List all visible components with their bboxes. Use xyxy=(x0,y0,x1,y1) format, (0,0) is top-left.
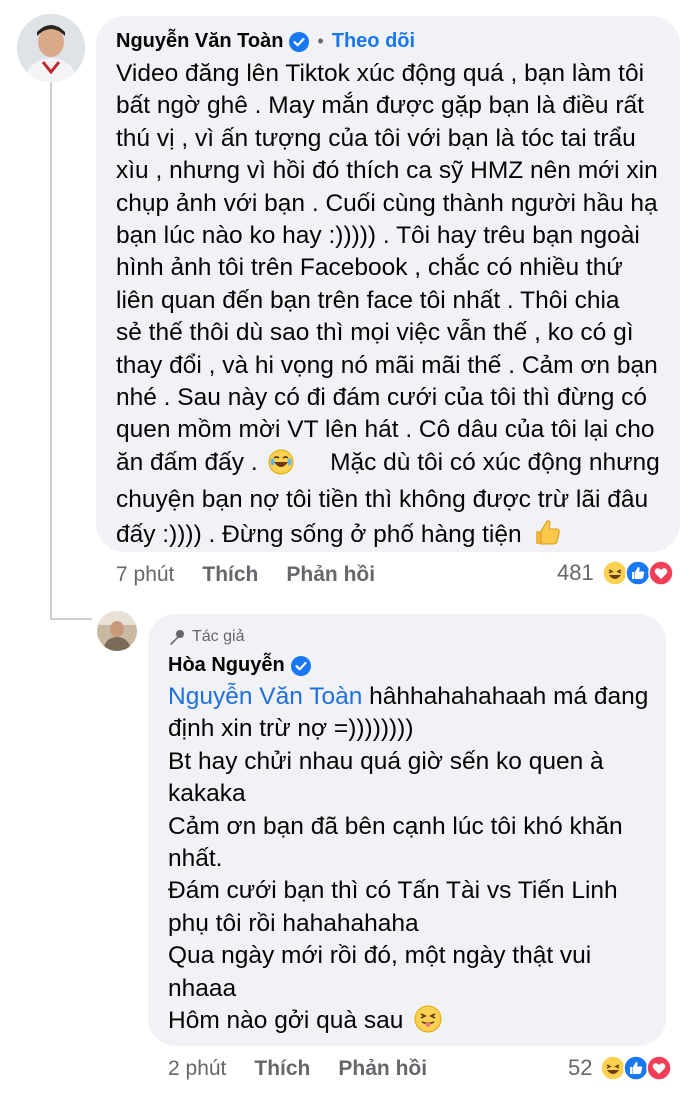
verified-badge-icon xyxy=(289,31,310,52)
reply-line: Qua ngày mới rồi đó, một ngày thật vui xyxy=(168,942,592,970)
reply-line: Đám cưới bạn thì có Tấn Tài vs Tiến Linh xyxy=(168,877,618,905)
avatar[interactable] xyxy=(17,14,85,82)
comment-line: nhé . Sau này có đi đám cưới của tôi thì… xyxy=(116,384,647,412)
comment-line-part: đấy :)))) . Đừng sống ở phố hàng tiện xyxy=(116,520,522,548)
reply-line: Cảm ơn bạn đã bên cạnh lúc tôi khó khăn xyxy=(168,812,623,840)
reply-line-part: Hôm nào gởi quà sau xyxy=(168,1007,404,1035)
separator-dot: • xyxy=(317,31,324,51)
reply-text: Nguyễn Văn Toàn hâhhahahahaah má đang đị… xyxy=(168,681,648,1042)
verified-badge-icon xyxy=(290,655,311,676)
reaction-count: 481 xyxy=(557,560,594,585)
thread-line xyxy=(50,80,52,620)
comment-line: Video đăng lên Tiktok xúc động quá , bạn… xyxy=(116,60,645,87)
comment-line-with-emoji: đấy :)))) . Đừng sống ở phố hàng tiện xyxy=(116,517,660,556)
thumbs-up-emoji-icon xyxy=(532,517,562,556)
comment-line: thú vị , vì ấn tượng của tôi với bạn là … xyxy=(116,124,636,152)
comment-line: hình ảnh tôi trên Facebook , chắc có nhi… xyxy=(116,254,623,282)
reply-line: nhaaa xyxy=(168,974,237,1002)
comment-line: thay đổi , và hi vọng nó mãi mãi thế . C… xyxy=(116,351,658,379)
author-name[interactable]: Hòa Nguyễn xyxy=(168,654,285,677)
reaction-summary[interactable]: 52 xyxy=(568,1055,673,1081)
love-icon xyxy=(646,1055,673,1081)
thread-connector xyxy=(50,618,92,620)
avatar[interactable] xyxy=(97,611,137,651)
mention-link[interactable]: Nguyễn Văn Toàn xyxy=(168,683,362,710)
reply-line: định xin trừ nợ =)))))))) xyxy=(168,715,414,743)
reply-line-with-emoji: Hôm nào gởi quà sau xyxy=(168,1005,648,1042)
comment-line: liên quan đến bạn trên face tôi nhất . T… xyxy=(116,286,620,314)
reply-line: nhất. xyxy=(168,845,223,873)
reply-button[interactable]: Phản hồi xyxy=(286,563,375,587)
comment-line: bất ngờ ghê . May mắn được gặp bạn là đi… xyxy=(116,92,644,120)
reply-actions: 2 phút Thích Phản hồi xyxy=(168,1057,427,1081)
author-badge: Tác giả xyxy=(168,628,244,646)
comment-time[interactable]: 7 phút xyxy=(116,563,174,587)
like-button[interactable]: Thích xyxy=(254,1057,310,1081)
comment-actions: 7 phút Thích Phản hồi xyxy=(116,563,375,587)
comment-text: Video đăng lên Tiktok xúc động quá , bạn… xyxy=(116,58,660,556)
comment-line-with-emoji: ăn đấm đấy . Mặc dù tôi có xúc động nhưn… xyxy=(116,447,660,484)
reply-line: kakaka xyxy=(168,780,246,808)
avatar-photo-icon xyxy=(17,14,85,82)
comment-line: xìu , nhưng vì hồi đó thích ca sỹ HMZ nê… xyxy=(116,157,658,185)
author-badge-label: Tác giả xyxy=(192,628,245,645)
reaction-summary[interactable]: 481 xyxy=(557,560,674,586)
reply-line: phụ tôi rồi hahahahaha xyxy=(168,909,419,937)
comment-bubble: Nguyễn Văn Toàn • Theo dõi Video đăng lê… xyxy=(96,16,680,552)
reply-line: Bt hay chửi nhau quá giờ sến ko quen à xyxy=(168,747,604,775)
like-button[interactable]: Thích xyxy=(202,563,258,587)
comment-line-part: Mặc dù tôi có xúc động nhưng xyxy=(330,448,660,476)
reply-bubble: Tác giả Hòa Nguyễn Nguyễn Văn Toàn hâhha… xyxy=(148,614,666,1046)
reply-time[interactable]: 2 phút xyxy=(168,1057,226,1081)
squinting-tongue-emoji-icon xyxy=(414,1005,442,1042)
comment-line-part: ăn đấm đấy . xyxy=(116,448,258,476)
reply-button[interactable]: Phản hồi xyxy=(338,1057,427,1081)
comment-header: Nguyễn Văn Toàn • Theo dõi xyxy=(116,30,415,53)
follow-button[interactable]: Theo dõi xyxy=(332,30,415,53)
comment-line: chụp ảnh với bạn . Cuối cùng thành người… xyxy=(116,189,658,217)
laughing-tears-emoji-icon xyxy=(268,449,294,484)
comment-line: sẻ thế thôi dù sao thì mọi việc vẫn thế … xyxy=(116,319,634,347)
reply-line-with-mention: Nguyễn Văn Toàn hâhhahahahaah má đang xyxy=(168,681,648,713)
avatar-photo-icon xyxy=(97,611,137,651)
comment-line: bạn lúc nào ko hay :))))) . Tôi hay trêu… xyxy=(116,222,640,250)
reply-line-part: hâhhahahahaah má đang xyxy=(362,683,649,710)
comment-line: quen mồm mời VT lên hát . Cô dâu của tôi… xyxy=(116,416,655,444)
microphone-icon xyxy=(170,630,184,645)
comment-line: chuyện bạn nợ tôi tiền thì không được tr… xyxy=(116,486,649,514)
love-icon xyxy=(647,560,674,586)
reply-header: Hòa Nguyễn xyxy=(168,654,311,677)
reaction-count: 52 xyxy=(568,1055,593,1080)
author-name[interactable]: Nguyễn Văn Toàn xyxy=(116,30,283,53)
